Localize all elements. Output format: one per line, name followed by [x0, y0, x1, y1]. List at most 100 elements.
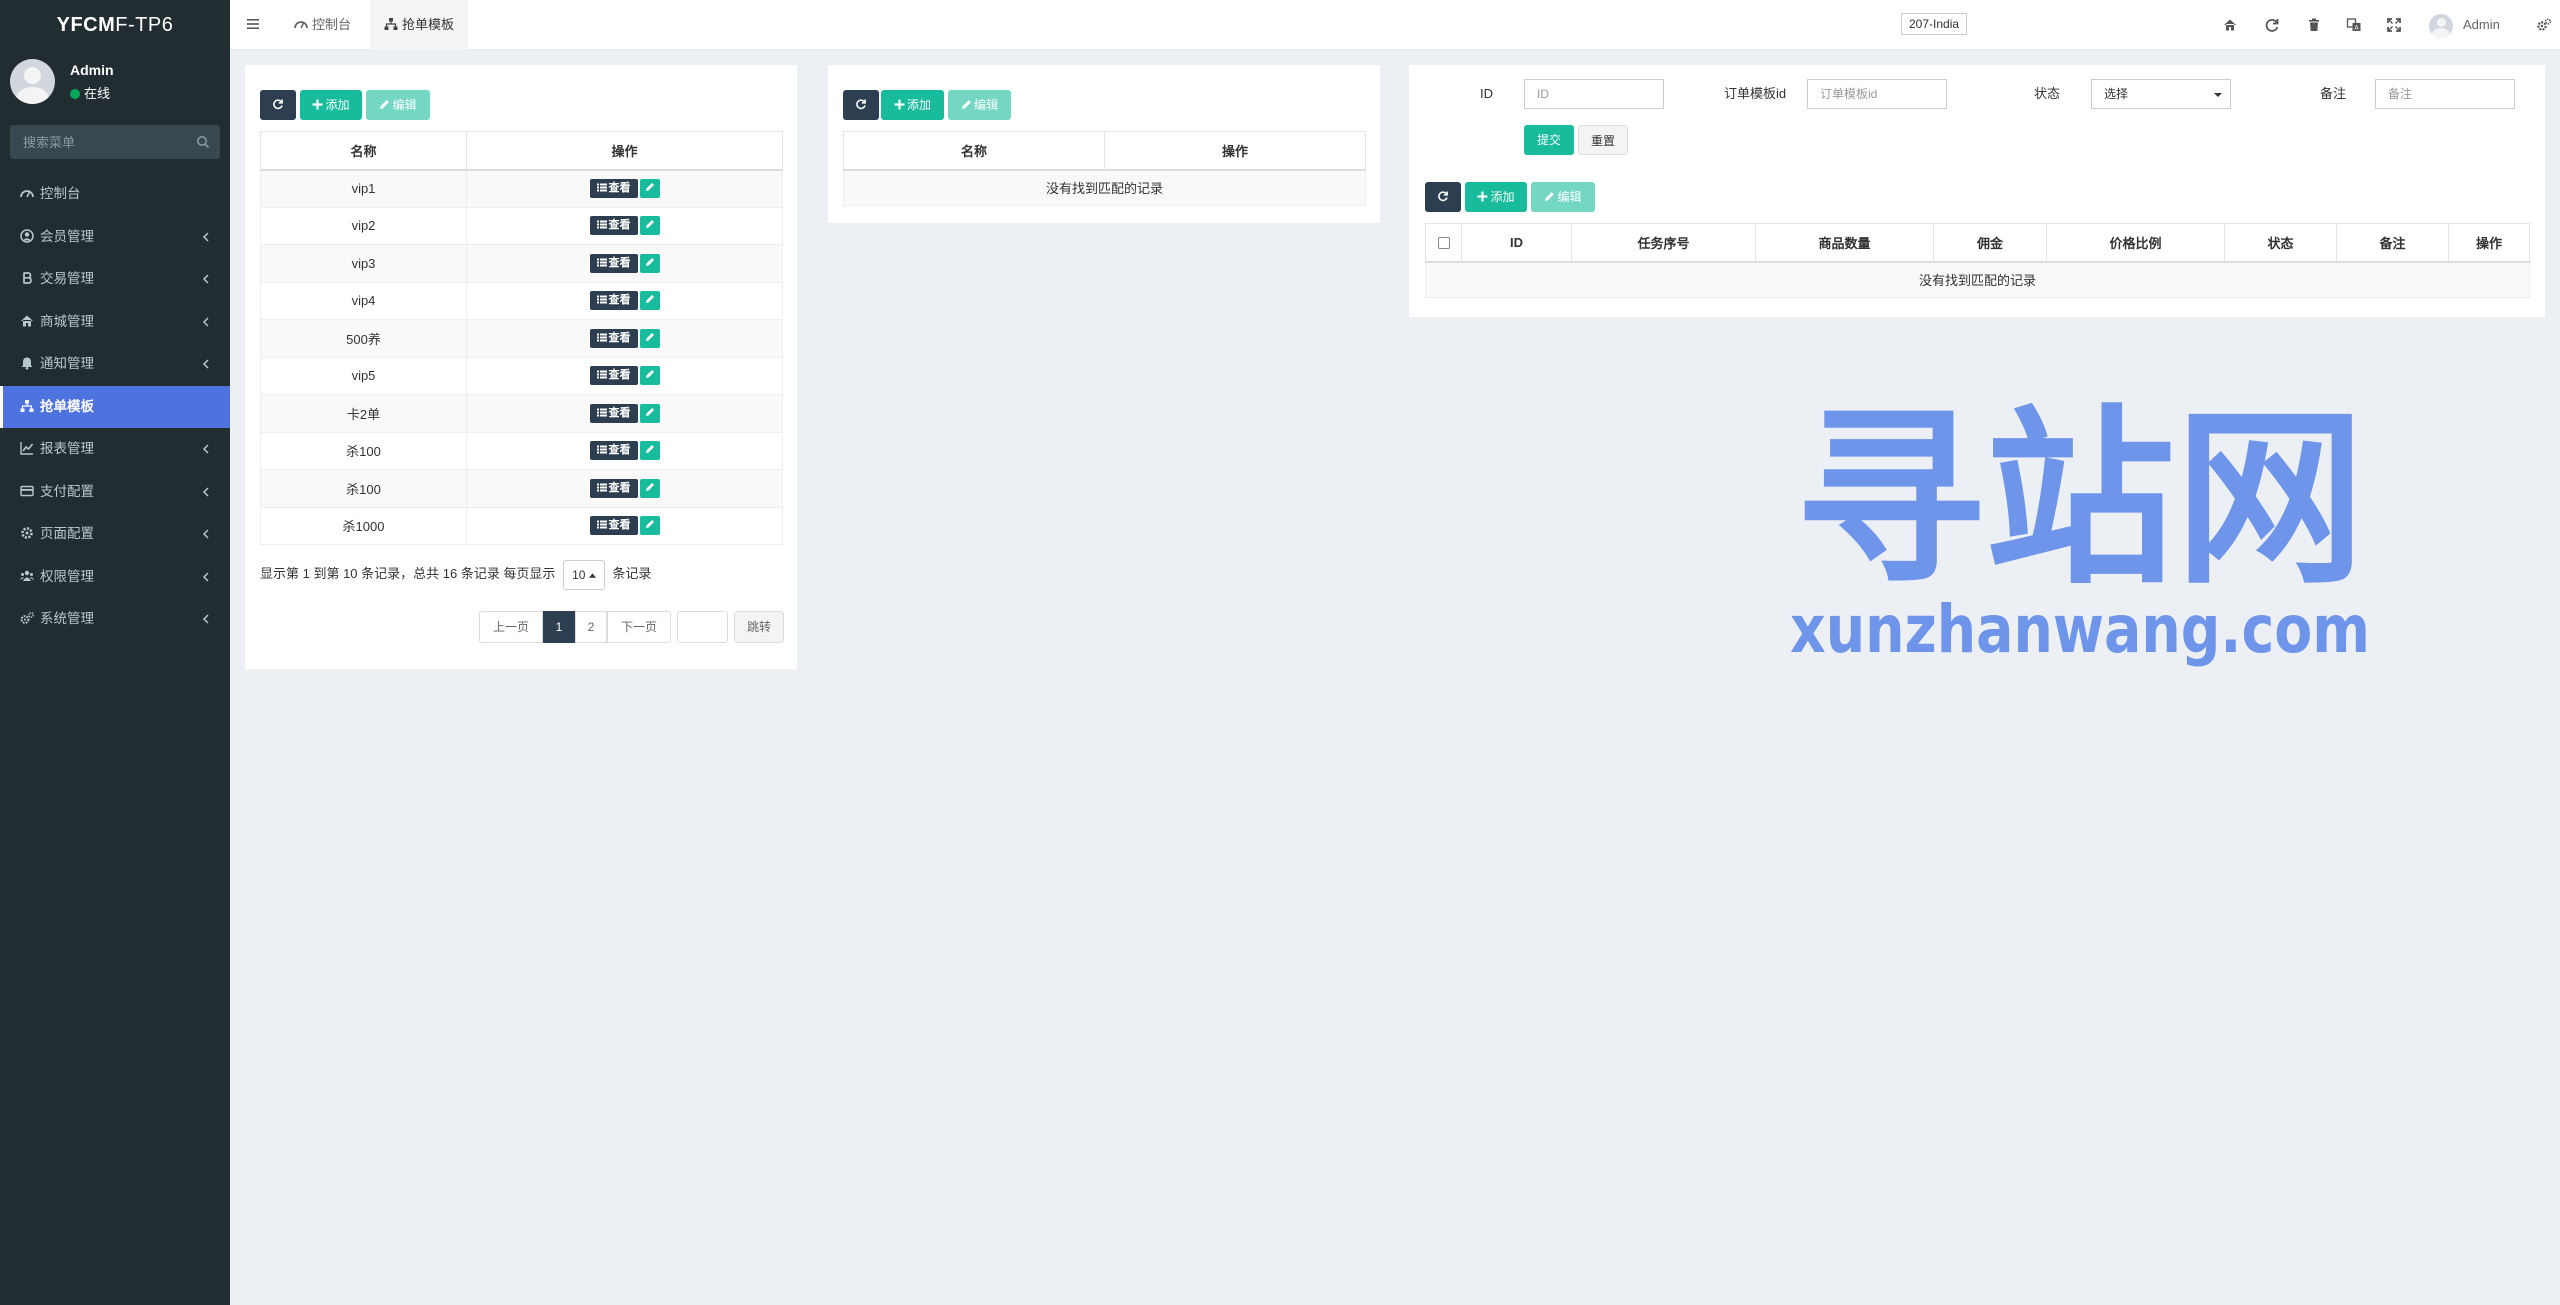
add-button[interactable]: 添加 [1465, 182, 1527, 212]
add-button[interactable]: 添加 [300, 90, 362, 120]
view-button[interactable]: 查看 [589, 328, 638, 348]
view-button[interactable]: 查看 [589, 516, 638, 536]
page-2-button[interactable]: 2 [575, 611, 607, 643]
refresh-button[interactable] [1425, 182, 1461, 212]
sidebar-item-7[interactable]: 支付配置 [0, 471, 230, 514]
edit-row-button[interactable] [639, 179, 660, 198]
view-button[interactable]: 查看 [589, 179, 638, 198]
search-icon[interactable] [196, 135, 210, 149]
refresh-button[interactable] [843, 90, 879, 120]
column-header-quantity[interactable]: 商品数量 [1755, 223, 1934, 263]
edit-row-button[interactable] [639, 441, 660, 461]
sidebar-item-1[interactable]: 会员管理 [0, 216, 230, 259]
edit-row-button[interactable] [639, 366, 660, 386]
column-header-commission[interactable]: 佣金 [1933, 223, 2047, 263]
jump-page-input[interactable] [677, 611, 728, 643]
sidebar-item-2[interactable]: 交易管理 [0, 258, 230, 301]
sidebar-item-4[interactable]: 通知管理 [0, 343, 230, 386]
edit-row-button[interactable] [639, 216, 660, 236]
menu-search-input[interactable] [10, 125, 220, 159]
list-icon [596, 520, 607, 529]
page-1-button[interactable]: 1 [543, 611, 575, 643]
edit-row-button[interactable] [639, 403, 660, 423]
jump-button[interactable]: 跳转 [734, 611, 784, 643]
list-icon [596, 445, 607, 454]
view-button[interactable]: 查看 [589, 216, 638, 236]
remark-input[interactable]: 备注 [2375, 79, 2515, 109]
template-id-input[interactable]: 订单模板id [1807, 79, 1947, 109]
sitemap-icon [20, 399, 34, 412]
sidebar-item-10[interactable]: 系统管理 [0, 598, 230, 641]
plus-icon [894, 99, 905, 110]
refresh-icon [273, 99, 283, 110]
column-header-name[interactable]: 名称 [260, 131, 467, 171]
header-admin[interactable]: Admin [2429, 0, 2500, 50]
app-logo[interactable]: YFCMF-TP6 [0, 0, 230, 50]
edit-button[interactable]: 编辑 [366, 90, 430, 120]
edit-button[interactable]: 编辑 [948, 90, 1011, 120]
column-header-id[interactable]: ID [1461, 223, 1572, 263]
task-table: ID 任务序号 商品数量 佣金 价格比例 状态 备注 操作 没有找到匹配的记录 [1425, 223, 2530, 298]
refresh-icon [1438, 191, 1448, 202]
page-size-dropdown[interactable]: 10 [563, 559, 605, 590]
logo-bold: YFCM [56, 14, 116, 36]
add-button[interactable]: 添加 [881, 90, 944, 120]
chevron-left-icon [202, 614, 209, 624]
view-button[interactable]: 查看 [589, 403, 638, 423]
column-header-remark[interactable]: 备注 [2336, 223, 2449, 263]
view-button[interactable]: 查看 [589, 366, 638, 386]
list-icon [596, 483, 607, 492]
pencil-icon [962, 100, 971, 109]
pagination-info: 显示第 1 到第 10 条记录，总共 16 条记录 每页显示 10 条记录 [260, 559, 651, 590]
id-label: ID [1480, 86, 1493, 101]
translate-icon[interactable]: A [2346, 17, 2362, 33]
pencil-icon [1545, 192, 1555, 201]
pencil-icon [380, 100, 390, 109]
row-name: 卡2单 [260, 394, 467, 433]
submit-button[interactable]: 提交 [1524, 125, 1574, 155]
id-input[interactable]: ID [1524, 79, 1664, 109]
edit-row-button[interactable] [639, 253, 660, 273]
sidebar-menu: 控制台会员管理交易管理 商城管理 通知管理抢单模板报表管理 支付配置 页面配置 权限管理系… [0, 173, 230, 641]
select-all-checkbox[interactable] [1437, 237, 1450, 250]
next-page-button[interactable]: 下一页 [607, 611, 671, 643]
sidebar-item-label: 会员管理 [40, 228, 94, 244]
column-header-name[interactable]: 名称 [843, 131, 1105, 171]
column-header-price-ratio[interactable]: 价格比例 [2046, 223, 2225, 263]
view-button[interactable]: 查看 [589, 478, 638, 498]
trash-icon[interactable] [2306, 17, 2322, 33]
tab-dashboard[interactable]: 控制台 [280, 0, 365, 50]
edit-row-button[interactable] [639, 291, 660, 311]
column-header-task-no[interactable]: 任务序号 [1571, 223, 1756, 263]
reset-button[interactable]: 重置 [1578, 125, 1628, 155]
tab-grab-template[interactable]: 抢单模板 [370, 0, 469, 50]
column-header-status[interactable]: 状态 [2224, 223, 2337, 263]
row-name: vip2 [260, 206, 467, 245]
chevron-left-icon [202, 359, 209, 369]
gears-icon[interactable] [2536, 17, 2552, 33]
edit-row-button[interactable] [639, 328, 660, 348]
view-button[interactable]: 查看 [589, 291, 638, 311]
edit-row-button[interactable] [639, 478, 660, 498]
edit-row-button[interactable] [639, 516, 660, 536]
sidebar: YFCMF-TP6 Admin 在线 控制台会员管理交易管理商城管理通知管理抢单… [0, 0, 230, 1305]
edit-button[interactable]: 编辑 [1531, 182, 1595, 212]
menu-toggle-icon[interactable] [246, 17, 260, 31]
sidebar-item-5[interactable]: 抢单模板 [0, 385, 230, 428]
sidebar-item-6[interactable]: 报表管理 [0, 428, 230, 471]
home-icon[interactable] [2222, 17, 2238, 33]
sidebar-item-9[interactable]: 权限管理 [0, 556, 230, 599]
refresh-icon[interactable] [2264, 17, 2280, 33]
status-select[interactable]: 选择 [2091, 79, 2231, 109]
sidebar-item-3[interactable]: 商城管理 [0, 301, 230, 344]
view-button[interactable]: 查看 [589, 441, 638, 461]
region-selector[interactable]: 207-India [1901, 13, 1968, 35]
expand-icon[interactable] [2386, 17, 2402, 33]
refresh-button[interactable] [260, 90, 296, 120]
detail-table: 名称 操作 没有找到匹配的记录 [843, 131, 1366, 206]
view-button[interactable]: 查看 [589, 253, 638, 273]
sidebar-item-0[interactable]: 控制台 [0, 173, 230, 216]
sidebar-item-label: 抢单模板 [40, 398, 94, 414]
prev-page-button[interactable]: 上一页 [479, 611, 543, 643]
sidebar-item-8[interactable]: 页面配置 [0, 513, 230, 556]
